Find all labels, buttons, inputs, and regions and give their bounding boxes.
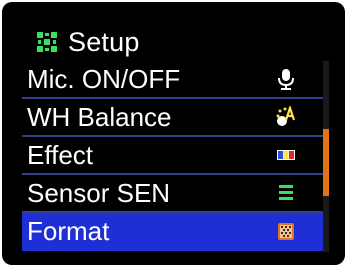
scrollbar-thumb[interactable] [323,129,329,196]
menu-item-label: Sensor SEN [27,178,171,208]
camera-screen: Setup Mic. ON/OFF WH Balance Effect Sens… [2,2,345,265]
setup-menu-list: Mic. ON/OFF WH Balance Effect Sensor SEN… [22,61,329,252]
menu-item-wh-balance[interactable]: WH Balance [22,99,323,137]
menu-item-effect[interactable]: Effect [22,137,323,175]
menu-header: Setup [36,24,140,60]
format-card-icon [278,223,294,240]
menu-item-label: Format [27,216,110,246]
menu-item-label: Effect [27,140,94,170]
menu-item-sensor-sen[interactable]: Sensor SEN [22,175,323,213]
menu-item-label: WH Balance [27,102,172,132]
menu-scrollbar[interactable] [323,61,329,252]
menu-item-mic[interactable]: Mic. ON/OFF [22,61,323,99]
menu-item-format[interactable]: Format [22,213,327,251]
page-title: Setup [68,27,140,57]
menu-item-label: Mic. ON/OFF [27,64,181,94]
setup-grid-icon [37,32,57,52]
color-effect-icon [277,150,295,160]
sensor-sensitivity-icon [279,185,293,200]
white-balance-icon [276,106,296,126]
microphone-icon [278,69,294,90]
